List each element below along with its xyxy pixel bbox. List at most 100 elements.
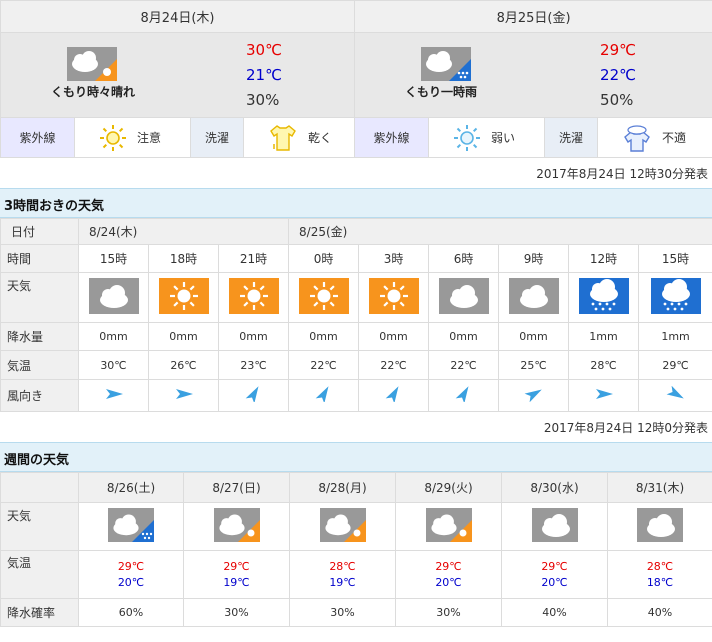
weekly-high: 28℃ — [646, 559, 674, 573]
sunny-icon — [158, 278, 209, 317]
hourly-wind-cell — [498, 379, 570, 412]
weekly-weather-cell — [607, 502, 712, 551]
wind-arrow-icon — [593, 386, 615, 405]
sun-outline-icon — [100, 124, 126, 151]
hourly-time: 21時 — [217, 244, 290, 273]
weekly-pop: 60% — [78, 598, 184, 627]
hourly-temp: 22℃ — [288, 350, 360, 380]
weekly-pop: 30% — [395, 598, 502, 627]
hourly-time: 3時 — [358, 244, 430, 273]
day2-laundry-label: 洗濯 — [544, 117, 599, 158]
today-tomorrow-panel: 8月24日(木) 8月25日(金) くもり時々晴れ 30℃ 21℃ 30% くも… — [0, 0, 712, 158]
weekly-temp-cell: 28℃ 19℃ — [289, 550, 396, 599]
weekly-date: 8/26(土) — [78, 472, 184, 503]
weekly-high: 29℃ — [435, 559, 462, 573]
sunny-icon — [228, 278, 279, 317]
shirt-icon — [270, 124, 296, 151]
day1-low: 21℃ — [246, 66, 282, 84]
day1-forecast: くもり時々晴れ 30℃ 21℃ 30% — [0, 32, 356, 118]
wind-arrow-icon — [665, 385, 687, 405]
weak-sun-outline-icon — [454, 124, 481, 151]
hourly-temp: 30℃ — [78, 350, 149, 380]
weekly-high: 28℃ — [329, 559, 356, 573]
day1-date: 8月24日(木) — [0, 0, 356, 33]
cloudy-icon — [637, 508, 683, 545]
hourly-rain: 1mm — [638, 322, 712, 351]
weekly-high: 29℃ — [541, 559, 568, 573]
weekly-date: 8/28(月) — [289, 472, 396, 503]
day1-uv-label: 紫外線 — [0, 117, 75, 158]
hourly-published-time: 2017年8月24日 12時0分発表 — [543, 421, 708, 435]
cloudy-icon — [531, 508, 578, 545]
weekly-weather-cell — [183, 502, 290, 551]
hourly-weather-cell — [498, 272, 570, 323]
hourly-temp: 29℃ — [638, 350, 712, 380]
hourly-time: 15時 — [78, 244, 149, 273]
weekly-low: 18℃ — [646, 575, 674, 589]
hourly-time: 6時 — [428, 244, 500, 273]
day1-condition: くもり時々晴れ — [51, 85, 136, 99]
day2-high: 29℃ — [600, 41, 636, 59]
weekly-weather-label: 天気 — [0, 502, 79, 551]
weekly-date: 8/30(水) — [501, 472, 608, 503]
hourly-wind-cell — [288, 379, 360, 412]
weekly-temp-cell: 29℃ 20℃ — [501, 550, 608, 599]
hourly-weather-cell — [217, 272, 290, 323]
hourly-wind-cell — [148, 379, 219, 412]
weekly-date: 8/31(木) — [607, 472, 712, 503]
hourly-date-label: 日付 — [0, 218, 79, 245]
weekly-temp-cell: 28℃ 18℃ — [607, 550, 712, 599]
hourly-time: 9時 — [498, 244, 570, 273]
hourly-wind-label: 風向き — [0, 379, 79, 412]
rain-icon — [578, 278, 629, 317]
hourly-wind-cell — [217, 379, 290, 412]
weekly-date: 8/27(日) — [183, 472, 290, 503]
hourly-rain: 0mm — [288, 322, 360, 351]
hourly-temp: 22℃ — [428, 350, 500, 380]
wind-arrow-icon — [243, 386, 265, 405]
weekly-pop: 30% — [289, 598, 396, 627]
weekly-high: 29℃ — [223, 559, 250, 573]
weekly-temp-cell: 29℃ 19℃ — [183, 550, 290, 599]
hourly-weather-cell — [288, 272, 360, 323]
weekly-low: 20℃ — [541, 575, 568, 589]
weekly-section-title: 週間の天気 — [0, 442, 712, 472]
day1-laundry-label: 洗濯 — [190, 117, 244, 158]
day2-uv: 弱い — [428, 117, 546, 158]
hourly-date-2: 8/25(金) — [288, 218, 712, 245]
today-published-time: 2017年8月24日 12時30分発表 — [536, 167, 708, 181]
hourly-time: 18時 — [148, 244, 219, 273]
hourly-section-title: 3時間おきの天気 — [0, 188, 712, 218]
hourly-table: 日付 8/24(木) 8/25(金) 時間 15時 18時 21時 0時 3時 … — [0, 218, 712, 412]
hourly-wind-cell — [568, 379, 640, 412]
weekly-low: 20℃ — [117, 575, 145, 589]
cloudy-icon — [438, 278, 489, 317]
hourly-weather-cell — [638, 272, 712, 323]
weekly-table: 8/26(土) 8/27(日) 8/28(月) 8/29(火) 8/30(水) … — [0, 472, 712, 627]
hourly-temp: 25℃ — [498, 350, 570, 380]
weekly-low: 19℃ — [223, 575, 250, 589]
day1-laundry: 乾く — [242, 117, 356, 158]
day1-uv: 注意 — [74, 117, 191, 158]
weekly-pop: 30% — [183, 598, 290, 627]
hourly-weather-label: 天気 — [0, 272, 79, 323]
cloudy-sometimes-sunny-icon — [425, 508, 472, 545]
weekly-date: 8/29(火) — [395, 472, 502, 503]
weekly-corner — [0, 472, 79, 503]
cloudy-occasional-rain-icon — [421, 47, 472, 84]
weekly-low: 19℃ — [329, 575, 356, 589]
weekly-weather-cell — [289, 502, 396, 551]
day1-uv-value: 注意 — [137, 131, 162, 145]
weekly-weather-cell — [78, 502, 184, 551]
hourly-wind-cell — [78, 379, 149, 412]
day2-laundry-value: 不適 — [662, 131, 687, 145]
hourly-rain: 0mm — [428, 322, 500, 351]
weekly-pop: 40% — [607, 598, 712, 627]
weekly-temp-label: 気温 — [0, 550, 79, 599]
hourly-time: 15時 — [638, 244, 712, 273]
hourly-rain: 0mm — [148, 322, 219, 351]
hourly-temp: 28℃ — [568, 350, 640, 380]
hourly-temp: 23℃ — [217, 350, 290, 380]
cloudy-icon — [508, 278, 559, 317]
day2-laundry: 不適 — [597, 117, 712, 158]
